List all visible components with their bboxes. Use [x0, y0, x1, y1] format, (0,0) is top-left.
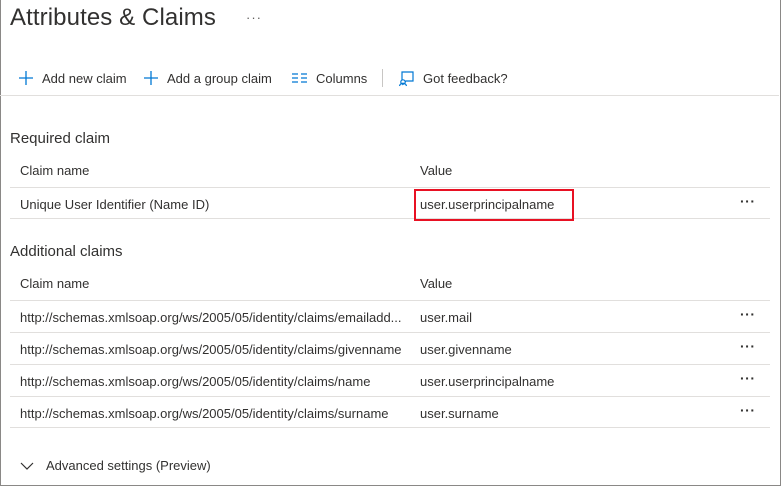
- feedback-icon: [398, 70, 414, 86]
- toolbar-divider: [382, 69, 383, 87]
- chevron-down-icon: [20, 462, 34, 470]
- page-more-button[interactable]: ···: [246, 10, 262, 25]
- required-claim-heading: Required claim: [10, 130, 111, 147]
- claim-value-cell: user.mail: [420, 310, 473, 325]
- additional-claims-heading: Additional claims: [10, 243, 123, 260]
- claim-name-cell: http://schemas.xmlsoap.org/ws/2005/05/id…: [20, 374, 371, 389]
- claim-value-cell: user.surname: [420, 406, 499, 421]
- advanced-settings-label: Advanced settings (Preview): [46, 458, 211, 473]
- row-more-button[interactable]: ···: [740, 193, 756, 209]
- additional-col-claim-name: Claim name: [20, 276, 90, 291]
- plus-icon: [19, 71, 33, 85]
- value-highlight-box: [414, 189, 574, 221]
- table-row[interactable]: Unique User Identifier (Name ID) user.us…: [10, 187, 770, 219]
- claim-name-cell: http://schemas.xmlsoap.org/ws/2005/05/id…: [20, 310, 402, 325]
- claim-name-cell: http://schemas.xmlsoap.org/ws/2005/05/id…: [20, 406, 389, 421]
- claim-name-cell: Unique User Identifier (Name ID): [20, 197, 210, 212]
- required-col-claim-name: Claim name: [20, 163, 90, 178]
- add-new-claim-button[interactable]: Add new claim: [18, 67, 127, 89]
- page-title: Attributes & Claims: [10, 4, 216, 31]
- columns-icon: [292, 73, 307, 83]
- feedback-button[interactable]: Got feedback?: [398, 67, 508, 89]
- claim-value-cell: user.userprincipalname: [420, 374, 555, 389]
- add-group-claim-label: Add a group claim: [167, 70, 272, 86]
- columns-button[interactable]: Columns: [291, 67, 367, 89]
- row-more-button[interactable]: ···: [740, 338, 756, 354]
- claim-value-cell: user.givenname: [420, 342, 512, 357]
- table-row[interactable]: http://schemas.xmlsoap.org/ws/2005/05/id…: [10, 396, 770, 428]
- table-row[interactable]: http://schemas.xmlsoap.org/ws/2005/05/id…: [10, 364, 770, 396]
- row-more-button[interactable]: ···: [740, 402, 756, 418]
- row-more-button[interactable]: ···: [740, 306, 756, 322]
- add-new-claim-label: Add new claim: [42, 70, 127, 86]
- required-col-value: Value: [420, 163, 453, 178]
- add-group-claim-button[interactable]: Add a group claim: [143, 67, 272, 89]
- feedback-label: Got feedback?: [423, 70, 508, 86]
- columns-label: Columns: [316, 70, 368, 86]
- command-bar: Add new claim Add a group claim Columns …: [0, 62, 779, 96]
- advanced-settings-toggle[interactable]: Advanced settings (Preview): [20, 458, 211, 473]
- table-row[interactable]: http://schemas.xmlsoap.org/ws/2005/05/id…: [10, 332, 770, 364]
- claim-name-cell: http://schemas.xmlsoap.org/ws/2005/05/id…: [20, 342, 402, 357]
- plus-icon: [144, 71, 158, 85]
- additional-col-value: Value: [420, 276, 453, 291]
- table-row[interactable]: http://schemas.xmlsoap.org/ws/2005/05/id…: [10, 300, 770, 332]
- row-more-button[interactable]: ···: [740, 370, 756, 386]
